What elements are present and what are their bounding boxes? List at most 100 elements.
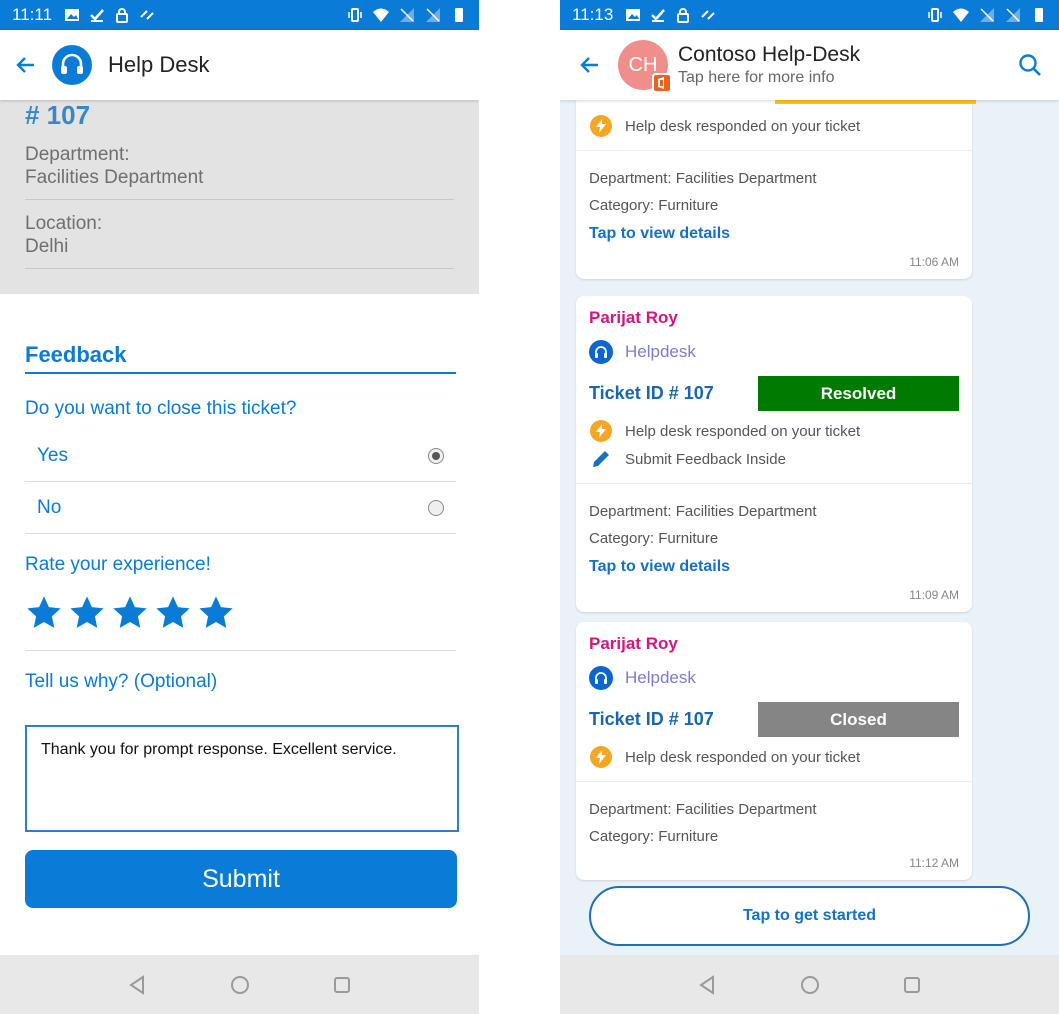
phone-left-screen: 11:11 Help Desk # 107 Department: Facili… [0,0,479,1014]
ticket-id-row: Ticket ID # 107 Closed [589,702,959,737]
wifi-icon [373,8,389,22]
system-nav-bar [560,955,1059,1014]
app-bar[interactable]: CH Contoso Help-Desk Tap here for more i… [560,30,1059,100]
system-nav-bar [0,955,479,1014]
sender-name: Parijat Roy [589,308,678,327]
category-text: Category: Furniture [589,530,719,547]
ticket-id: Ticket ID # 107 [589,709,714,729]
ticket-number: # 107 [25,100,91,130]
status-bar: 11:13 [560,0,1059,30]
app-bar: Help Desk [0,30,479,100]
get-started-button[interactable]: Tap to get started [589,886,1030,946]
page-title: Help Desk [108,52,210,77]
phone-right-screen: 11:13 CH Contoso Help-Desk Tap here for … [560,0,1059,1014]
wifi-icon [953,8,969,22]
lock-icon [116,8,129,23]
card-details: Department: Facilities Department Catego… [576,150,972,279]
star-rating [25,594,456,651]
rate-experience-label: Rate your experience! [25,554,211,575]
ticket-details: # 107 Department: Facilities Department … [0,96,479,294]
nav-recents-icon[interactable] [330,973,354,997]
activity-row: Help desk responded on your ticket [589,419,959,443]
signal-off-icon [980,8,994,22]
pencil-icon [589,447,613,471]
star-icon-3[interactable] [111,594,149,632]
nav-back-icon[interactable] [126,973,150,997]
sender-name: Parijat Roy [589,634,678,653]
ticket-id: Ticket ID # 107 [589,383,714,403]
close-ticket-question: Do you want to close this ticket? [25,398,297,419]
view-details-link[interactable]: Tap to view details [589,219,959,249]
nav-back-icon[interactable] [696,973,720,997]
nav-recents-icon[interactable] [900,973,924,997]
view-details-link[interactable]: Tap to view details [589,552,959,582]
data-transfer-icon [140,10,154,20]
helpdesk-app-icon [589,666,613,690]
chat-header[interactable]: Contoso Help-Desk Tap here for more info [678,43,860,87]
chat-feed[interactable]: Help desk responded on your ticket Depar… [560,98,1059,955]
status-time: 11:13 [572,5,614,24]
star-icon-5[interactable] [197,594,235,632]
chat-subtitle: Tap here for more info [678,69,835,86]
back-arrow-icon[interactable] [578,53,602,77]
ticket-card-1: Help desk responded on your ticket Depar… [576,98,976,279]
image-icon [626,9,641,21]
app-row: Helpdesk [589,340,959,364]
lightning-icon [590,746,612,768]
activity-row: Submit Feedback Inside [589,447,959,471]
activity-row: Help desk responded on your ticket [589,745,959,769]
department-text: Department: Facilities Department [589,503,817,520]
battery-icon [1035,8,1043,22]
radio-option-no[interactable]: No [25,482,456,534]
star-icon-4[interactable] [154,594,192,632]
department-value: Facilities Department [25,167,204,188]
status-time: 11:11 [12,5,53,24]
timestamp: 11:09 AM [909,588,959,602]
card-details: Department: Facilities Department Catego… [576,483,972,612]
lock-icon [677,8,690,23]
office-badge-icon [652,73,672,93]
radio-button-no[interactable] [428,499,444,516]
activity-row: Help desk responded on your ticket [589,114,959,138]
ticket-card-3: Parijat Roy Helpdesk Ticket ID # 107 Clo… [576,622,972,880]
category-text: Category: Furniture [589,197,719,214]
vibrate-icon [348,8,362,22]
submit-button[interactable]: Submit [25,850,457,908]
nav-home-icon[interactable] [228,973,252,997]
radio-button-yes[interactable] [428,447,444,464]
activity-text: Help desk responded on your ticket [625,422,861,440]
radio-label-yes: Yes [37,444,68,466]
app-row: Helpdesk [589,666,959,690]
status-badge: Closed [758,702,959,737]
feedback-sheet: Feedback Do you want to close this ticke… [0,294,479,955]
avatar[interactable]: CH [618,40,672,93]
star-icon-1[interactable] [25,594,63,632]
signal-off-icon-2 [1006,8,1020,22]
timestamp: 11:06 AM [909,255,959,269]
activity-text: Help desk responded on your ticket [625,117,861,135]
radio-label-no: No [37,496,62,518]
search-icon[interactable] [1017,52,1043,78]
lightning-icon [590,420,612,442]
signal-off-icon-2 [426,8,440,22]
activity-text: Help desk responded on your ticket [625,748,861,766]
vibrate-icon [928,8,942,22]
location-field: Location: Delhi [25,200,454,269]
location-label: Location: [25,213,103,234]
radio-option-yes[interactable]: Yes [25,430,456,482]
feedback-comment-input[interactable]: Thank you for prompt response. Excellent… [25,725,459,832]
back-arrow-icon[interactable] [14,53,38,77]
department-label: Department: [25,144,130,165]
category-text: Category: Furniture [589,828,719,845]
star-icon-2[interactable] [68,594,106,632]
app-name: Helpdesk [625,668,696,687]
department-text: Department: Facilities Department [589,170,817,187]
nav-home-icon[interactable] [798,973,822,997]
checklist-icon [90,9,104,22]
location-value: Delhi [25,236,69,257]
card-details: Department: Facilities Department Catego… [576,781,972,880]
checklist-icon [651,9,666,22]
ticket-id-row: Ticket ID # 107 Resolved [589,376,959,411]
battery-icon [455,8,463,22]
status-badge: Resolved [758,376,959,411]
